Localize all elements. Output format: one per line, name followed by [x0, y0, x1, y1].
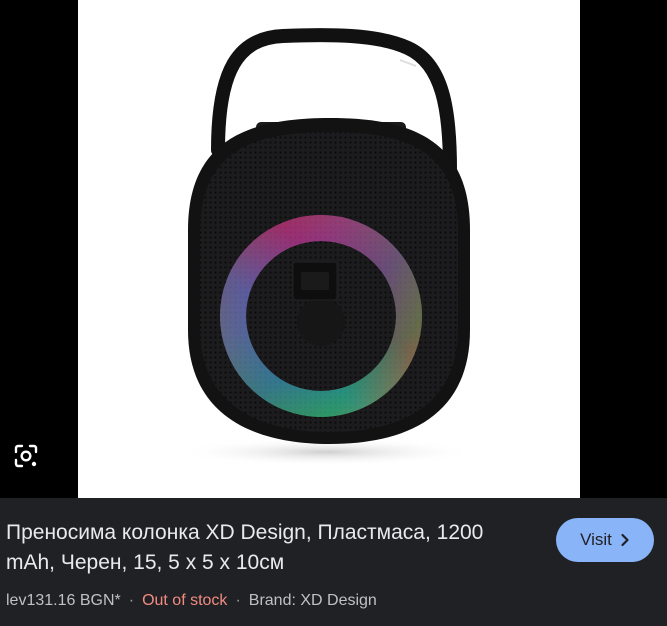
product-image[interactable]: [78, 0, 580, 498]
google-lens-icon: [14, 444, 38, 468]
meta-separator: ·: [128, 592, 135, 609]
google-lens-button[interactable]: [8, 438, 44, 474]
price: lev131.16 BGN*: [6, 592, 121, 609]
visit-button[interactable]: Visit: [556, 518, 654, 562]
visit-label: Visit: [580, 530, 612, 549]
speaker-illustration: [176, 28, 476, 466]
image-viewer: [0, 0, 667, 498]
brand: Brand: XD Design: [248, 592, 377, 609]
chevron-right-icon: [621, 533, 629, 547]
product-meta: lev131.16 BGN* · Out of stock · Brand: X…: [6, 590, 377, 612]
stock-status: Out of stock: [142, 592, 228, 609]
product-title[interactable]: Преносима колонка XD Design, Пластмаса, …: [6, 518, 536, 578]
meta-separator: ·: [235, 592, 241, 609]
